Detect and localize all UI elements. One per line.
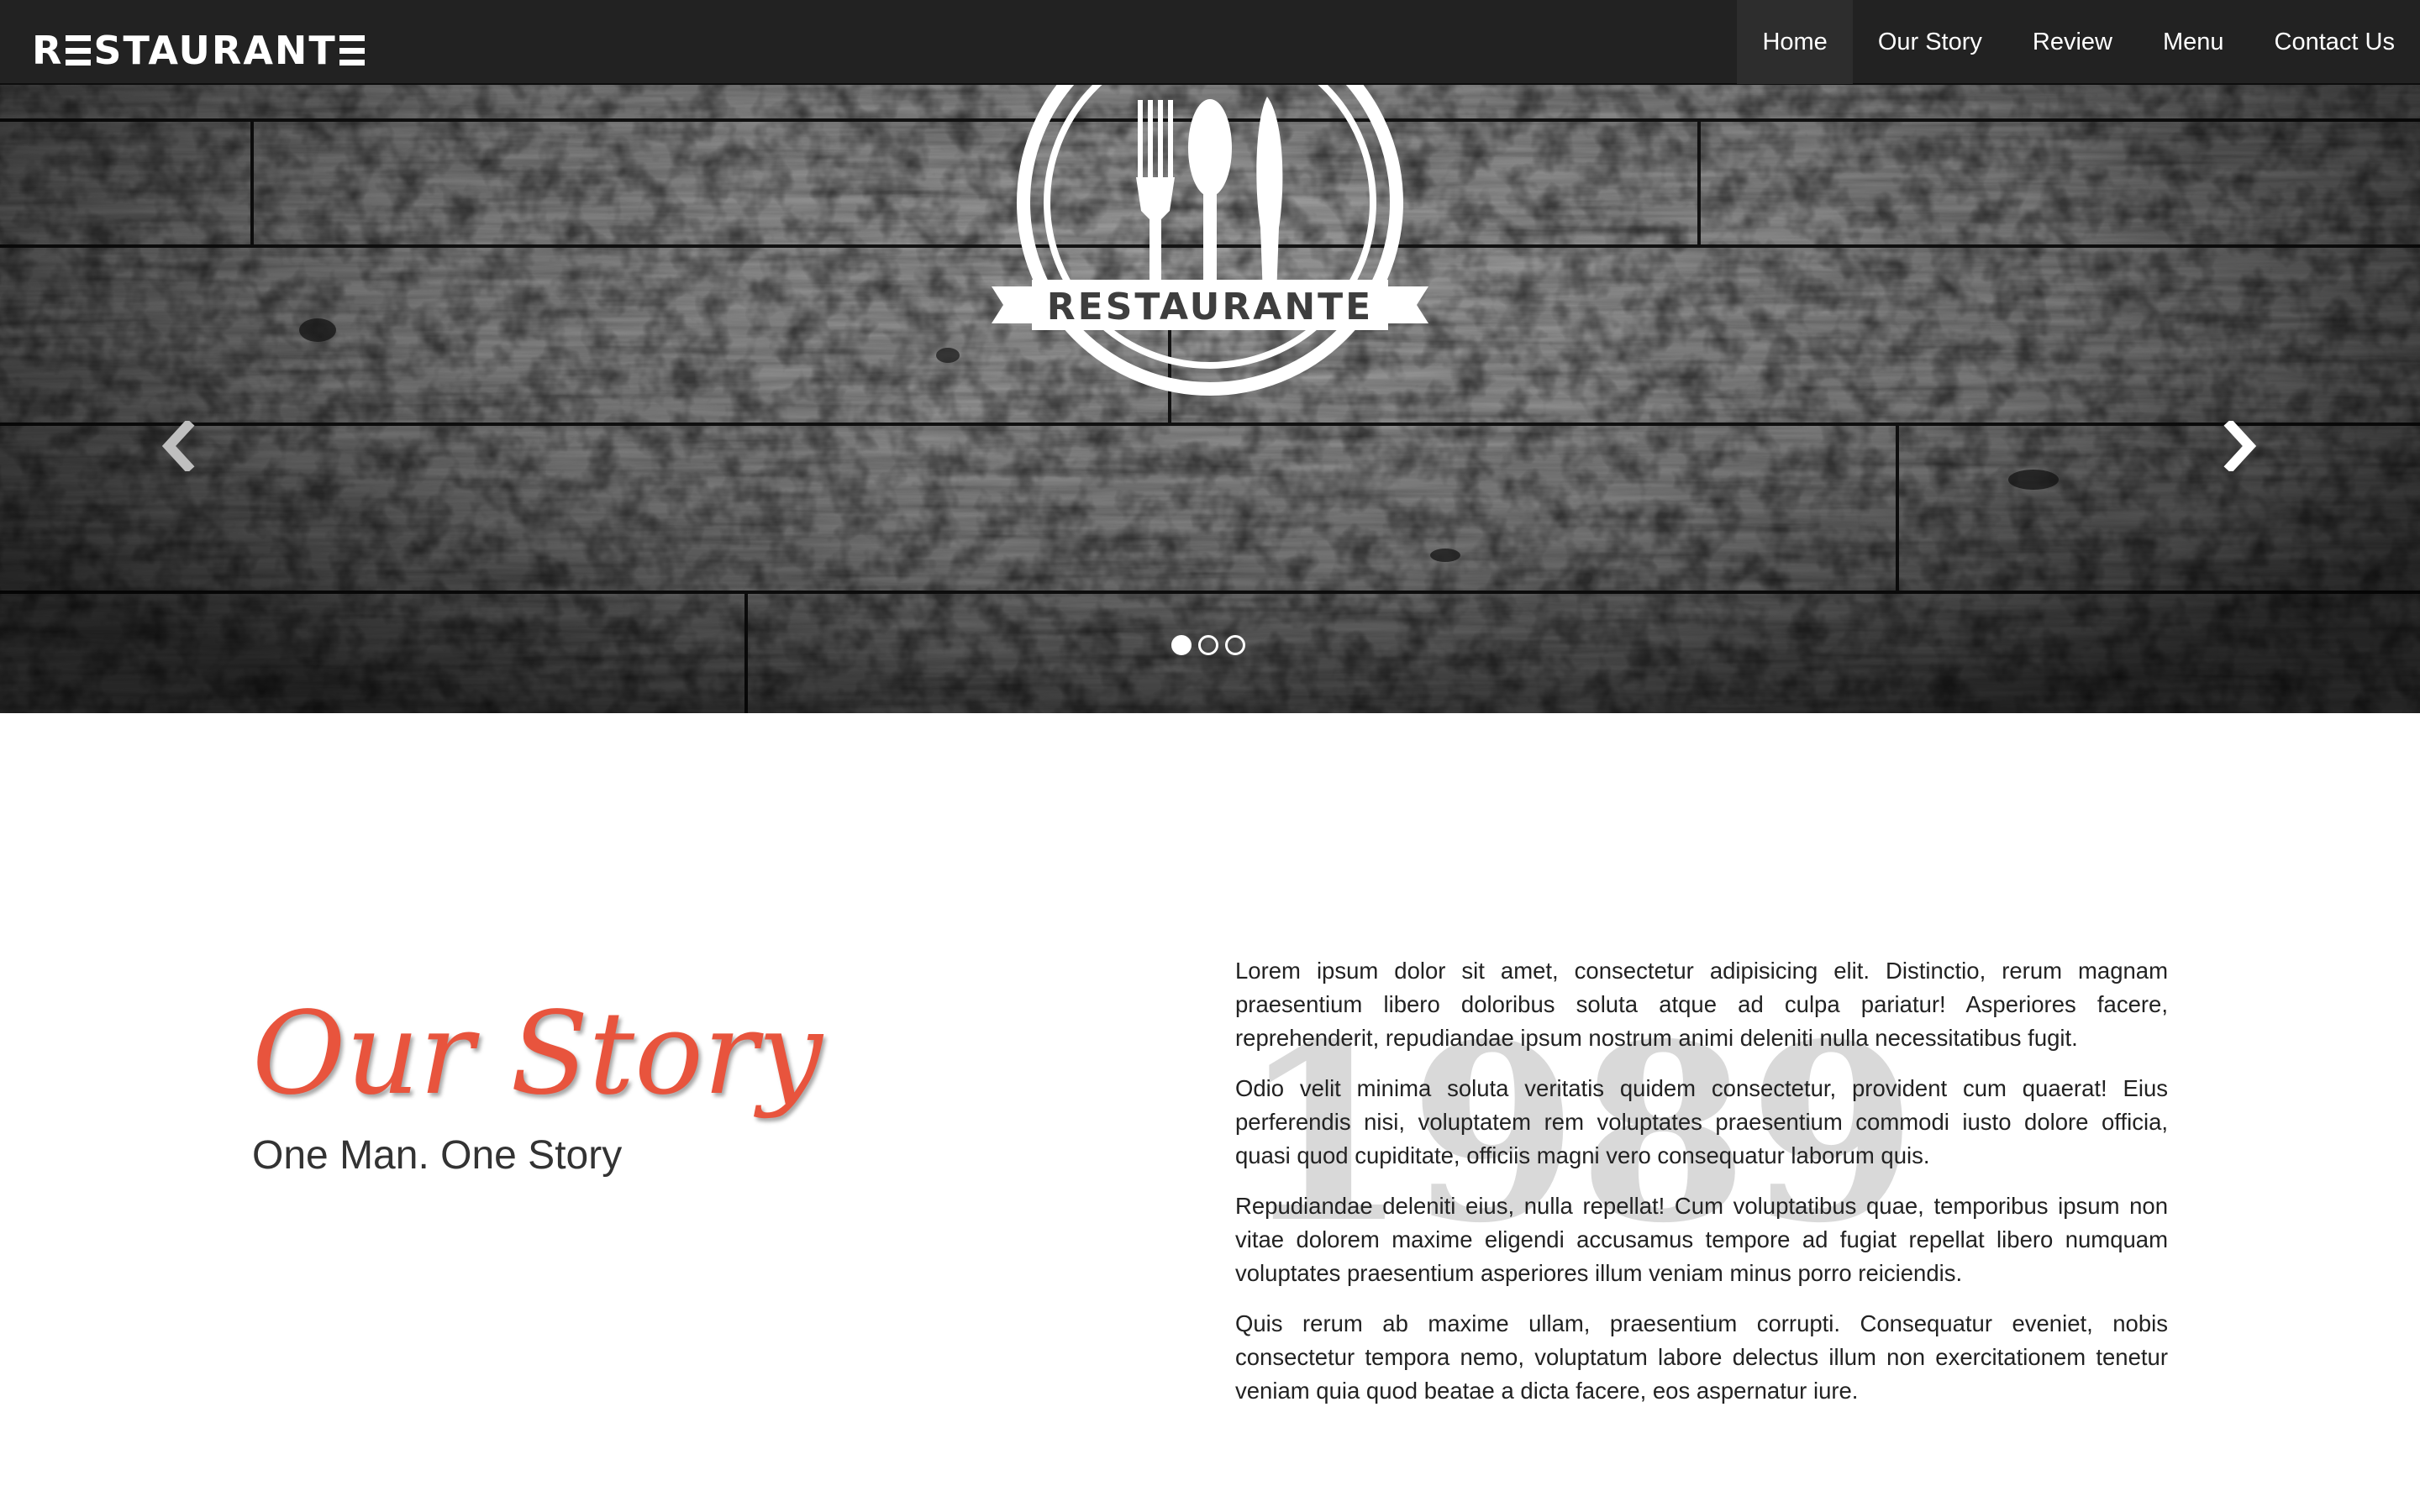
nav-item-menu[interactable]: Menu	[2138, 0, 2249, 84]
chevron-right-icon	[2223, 421, 2257, 471]
chevron-left-icon	[161, 421, 195, 471]
brand-logo[interactable]: R STAURANT	[32, 30, 367, 71]
carousel-indicator-1[interactable]	[1171, 635, 1192, 655]
carousel-next-button[interactable]	[2215, 412, 2265, 480]
nav-item-label: Our Story	[1877, 28, 1982, 55]
nav-item-our-story[interactable]: Our Story	[1853, 0, 2007, 84]
top-navbar: R STAURANT Home Our Story Review Menu Con…	[0, 0, 2420, 85]
story-body: Lorem ipsum dolor sit amet, consectetur …	[1235, 954, 2168, 1425]
story-paragraph: Repudiandae deleniti eius, nulla repella…	[1235, 1193, 2168, 1286]
carousel-indicator-3[interactable]	[1225, 635, 1245, 655]
restaurant-badge-logo: RESTAURANTE	[992, 85, 1428, 396]
story-subtitle: One Man. One Story	[252, 1133, 623, 1178]
story-paragraph: Odio velit minima soluta veritatis quide…	[1235, 1075, 2168, 1168]
carousel-indicators	[1171, 635, 1245, 655]
nav-item-label: Home	[1762, 28, 1828, 55]
story-paragraph: Quis rerum ab maxime ullam, praesentium …	[1235, 1310, 2168, 1404]
nav-item-home[interactable]: Home	[1737, 0, 1853, 84]
story-title: Our Story	[252, 988, 823, 1121]
carousel-prev-button[interactable]	[153, 412, 203, 480]
nav-item-label: Contact Us	[2274, 28, 2395, 55]
nav-menu: Home Our Story Review Menu Contact Us	[1737, 0, 2420, 84]
badge-text: RESTAURANTE	[1047, 286, 1373, 328]
hero-carousel: RESTAURANTE	[0, 85, 2420, 713]
nav-item-review[interactable]: Review	[2007, 0, 2138, 84]
nav-item-label: Menu	[2163, 28, 2224, 55]
story-paragraph: Lorem ipsum dolor sit amet, consectetur …	[1235, 958, 2168, 1051]
nav-item-label: Review	[2032, 28, 2112, 55]
nav-item-contact-us[interactable]: Contact Us	[2249, 0, 2420, 84]
carousel-indicator-2[interactable]	[1198, 635, 1218, 655]
